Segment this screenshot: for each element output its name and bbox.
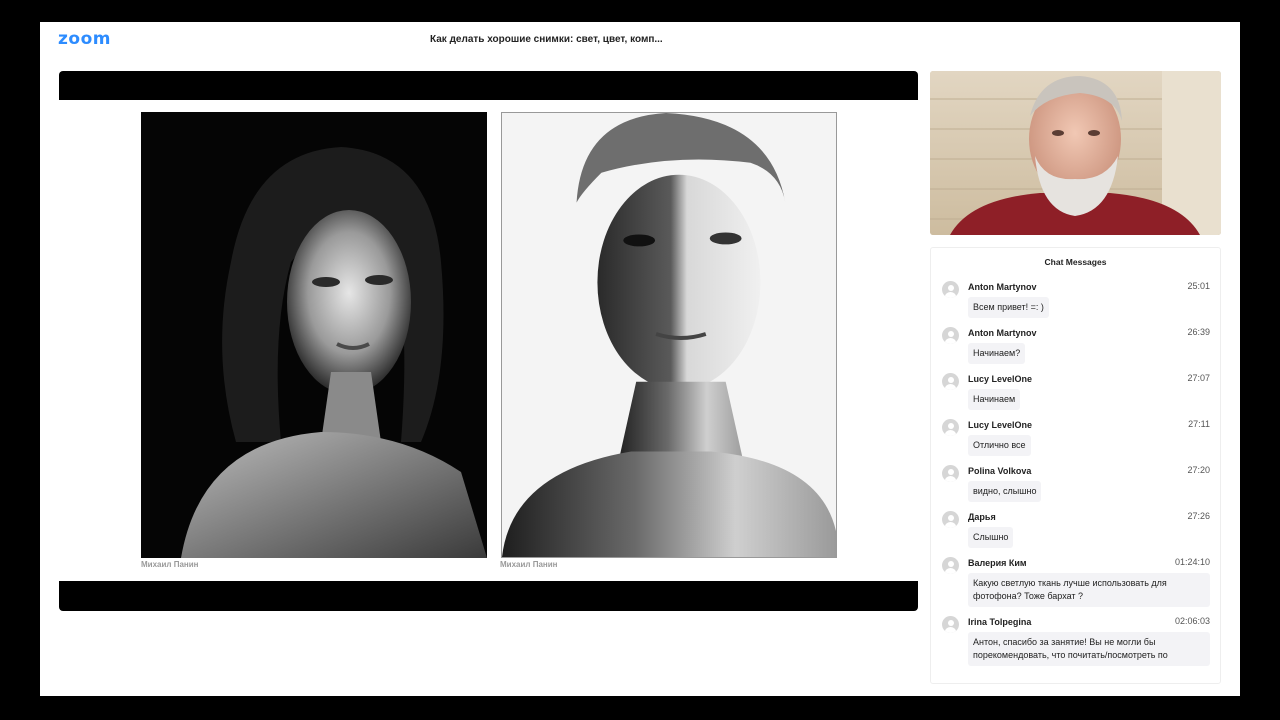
message-text: Отлично все [968, 435, 1031, 456]
chat-message: Дарья 27:26 Слышно [931, 509, 1220, 548]
chat-message-list[interactable]: Anton Martynov 25:01 Всем привет! =: ) A… [931, 279, 1220, 673]
message-text: Антон, спасибо за занятие! Вы не могли б… [968, 632, 1210, 666]
message-time: 02:06:03 [1174, 616, 1210, 626]
chat-message: Irina Tolpegina 02:06:03 Антон, спасибо … [931, 614, 1220, 666]
message-time: 27:26 [1187, 511, 1210, 521]
chat-panel: Chat Messages Anton Martynov 25:01 Всем … [930, 247, 1221, 684]
message-sender: Lucy LevelOne [968, 420, 1033, 430]
speaker-video[interactable] [930, 71, 1221, 235]
avatar-icon [942, 465, 959, 482]
message-time: 01:24:10 [1174, 557, 1210, 567]
chat-message: Валерия Ким 01:24:10 Какую светлую ткань… [931, 555, 1220, 607]
avatar-icon [942, 616, 959, 633]
message-time: 25:01 [1187, 281, 1210, 291]
message-sender: Anton Martynov [968, 282, 1037, 292]
message-time: 27:20 [1187, 465, 1210, 475]
avatar-icon [942, 373, 959, 390]
message-sender: Anton Martynov [968, 328, 1037, 338]
message-sender: Irina Tolpegina [968, 617, 1032, 627]
avatar-icon [942, 557, 959, 574]
zoom-window: zoom Как делать хорошие снимки: свет, цв… [40, 22, 1240, 696]
message-sender: Валерия Ким [968, 558, 1027, 568]
photo-caption-right: Михаил Панин [500, 560, 558, 569]
message-text: Начинаем? [968, 343, 1026, 364]
message-sender: Lucy LevelOne [968, 374, 1033, 384]
presentation-slide: Михаил Панин Михаил Панин [59, 100, 918, 581]
avatar-icon [942, 511, 959, 528]
top-bar: zoom Как делать хорошие снимки: свет, цв… [40, 22, 1240, 62]
message-time: 26:39 [1187, 327, 1210, 337]
chat-message: Polina Volkova 27:20 видно, слышно [931, 463, 1220, 502]
portrait-photo-dark [141, 112, 487, 558]
message-text: Начинаем [968, 389, 1021, 410]
avatar-icon [942, 327, 959, 344]
photo-caption-left: Михаил Панин [141, 560, 199, 569]
portrait-photo-light [501, 112, 837, 558]
message-sender: Polina Volkova [968, 466, 1032, 476]
message-time: 27:07 [1187, 373, 1210, 383]
message-time: 27:11 [1188, 419, 1210, 429]
chat-message: Anton Martynov 26:39 Начинаем? [931, 325, 1220, 364]
message-sender: Дарья [968, 512, 996, 522]
chat-message: Anton Martynov 25:01 Всем привет! =: ) [931, 279, 1220, 318]
chat-message: Lucy LevelOne 27:11 Отлично все [931, 417, 1220, 456]
avatar-icon [942, 419, 959, 436]
message-text: Всем привет! =: ) [968, 297, 1049, 318]
shared-screen[interactable]: Михаил Панин Михаил Панин [59, 71, 918, 611]
meeting-title: Как делать хорошие снимки: свет, цвет, к… [430, 34, 663, 45]
message-text: Какую светлую ткань лучше использовать д… [968, 573, 1210, 607]
message-text: Слышно [968, 527, 1014, 548]
message-text: видно, слышно [968, 481, 1042, 502]
chat-message: Lucy LevelOne 27:07 Начинаем [931, 371, 1220, 410]
chat-header: Chat Messages [1044, 257, 1107, 267]
avatar-icon [942, 281, 959, 298]
zoom-logo: zoom [58, 29, 111, 49]
